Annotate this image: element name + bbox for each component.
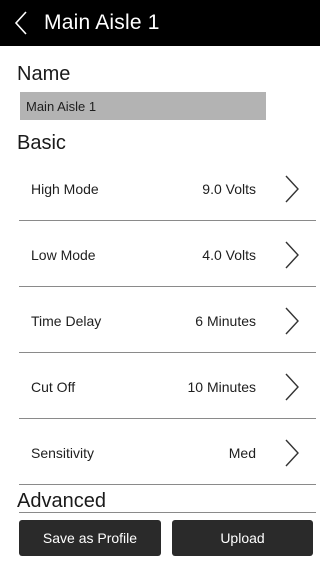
row-label: Time Delay [31, 312, 102, 329]
chevron-right-icon [285, 439, 299, 466]
bottom-action-bar: Save as Profile Upload [0, 512, 320, 561]
basic-section-label: Basic [17, 132, 66, 154]
save-as-profile-button[interactable]: Save as Profile [19, 520, 161, 556]
chevron-right-icon [285, 373, 299, 400]
row-value: 6 Minutes [195, 312, 256, 329]
page-title: Main Aisle 1 [44, 11, 160, 34]
row-label: Sensitivity [31, 444, 95, 461]
upload-button[interactable]: Upload [172, 520, 313, 556]
setting-row-time-delay[interactable]: Time Delay 6 Minutes [19, 289, 316, 353]
row-label: Cut Off [31, 378, 76, 395]
divider [19, 512, 316, 513]
name-input[interactable] [20, 92, 266, 120]
chevron-right-icon [285, 175, 299, 202]
setting-row-low-mode[interactable]: Low Mode 4.0 Volts [19, 223, 316, 287]
row-value: 9.0 Volts [202, 180, 256, 197]
chevron-right-icon [285, 241, 299, 268]
back-button[interactable] [0, 0, 42, 46]
setting-row-sensitivity[interactable]: Sensitivity Med [19, 421, 316, 485]
row-value: Med [228, 444, 256, 461]
row-label: High Mode [31, 180, 99, 197]
row-label: Low Mode [31, 246, 96, 263]
chevron-right-icon [285, 307, 299, 334]
title-bar: Main Aisle 1 [0, 0, 320, 46]
setting-row-cut-off[interactable]: Cut Off 10 Minutes [19, 355, 316, 419]
row-value: 4.0 Volts [202, 246, 256, 263]
setting-row-high-mode[interactable]: High Mode 9.0 Volts [19, 157, 316, 221]
name-section-label: Name [17, 63, 71, 85]
advanced-section-label: Advanced [17, 490, 106, 512]
chevron-left-icon [14, 11, 27, 35]
row-value: 10 Minutes [187, 378, 256, 395]
